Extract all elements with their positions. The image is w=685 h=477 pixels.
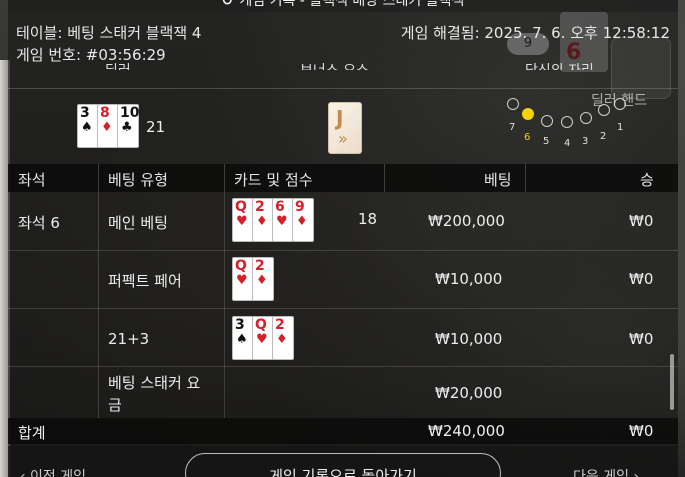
card-rank: 10 (120, 105, 140, 121)
playing-card: 8 ♦ (97, 104, 119, 148)
seat-dot-6 (522, 108, 534, 120)
bet-amount: ₩20,000 (435, 384, 503, 402)
dealer-hand-label: 딜러 핸드 (591, 93, 647, 109)
col-bet-type: 베팅 유형 (108, 171, 168, 189)
seat-dot-3 (580, 112, 592, 124)
bet-type: 베팅 스태커 요 (108, 374, 201, 392)
seat-number: 6 (524, 132, 531, 143)
bonus-card-rank: J (336, 106, 344, 130)
seat-number: 7 (509, 122, 516, 133)
hand-score: 18 (358, 210, 378, 228)
card-rank: 9 (295, 199, 305, 215)
seat-number: 1 (617, 122, 624, 133)
bet-amount: ₩10,000 (435, 330, 503, 348)
playing-card: 6 ♥ (272, 198, 294, 242)
table-row: 퍼펙트 페어 ₩10,000 ₩0 (8, 250, 678, 308)
previous-game-link[interactable]: ‹ 이전 게임 (20, 466, 86, 477)
back-to-history-button[interactable]: 게임 기록으로 돌아가기 (185, 453, 501, 477)
win-amount: ₩0 (629, 270, 654, 288)
your-seat-header: 당신의 자리 (525, 60, 594, 70)
card-suit: ♥ (236, 214, 248, 229)
dealer-header: 딜러 (105, 60, 131, 70)
bet-amount: ₩200,000 (428, 212, 505, 230)
bonus-card-suit: » (338, 129, 348, 148)
table-name: 테이블: 베팅 스태커 블랙잭 4 (16, 24, 202, 42)
col-cards-score: 카드 및 점수 (234, 171, 313, 189)
win-amount: ₩0 (629, 212, 654, 230)
history-icon: ↺ (221, 0, 234, 9)
bonus-header: 보너스 요소 (300, 60, 369, 70)
playing-card: 2 ♦ (252, 257, 274, 301)
next-game-link[interactable]: 다음 게임 › (573, 466, 639, 477)
playing-card: 2 ♦ (272, 316, 294, 360)
bet-amount: ₩10,000 (435, 270, 503, 288)
seat-label: 좌석 6 (18, 214, 60, 232)
card-suit: ♥ (256, 332, 268, 347)
card-suit: ♦ (256, 214, 268, 229)
col-seat: 좌석 (18, 171, 46, 189)
playing-card: Q ♥ (232, 257, 254, 301)
playing-card: 3 ♠ (77, 104, 99, 148)
total-label: 합계 (18, 424, 46, 442)
card-suit: ♥ (236, 273, 248, 288)
dealer-score: 21 (146, 118, 166, 136)
card-rank: 6 (275, 199, 285, 215)
bet-type: 퍼펙트 페어 (108, 272, 182, 290)
total-row: 합계 ₩240,000 ₩0 (8, 418, 678, 444)
card-suit: ♠ (81, 120, 93, 135)
col-separator (224, 164, 225, 192)
bet-type-cont: 금 (108, 396, 122, 414)
card-suit: ♦ (101, 120, 113, 135)
col-bet: 베팅 (484, 171, 512, 189)
playing-card: 10 ♣ (117, 104, 139, 148)
total-bet: ₩240,000 (428, 422, 505, 440)
section-header-strip: 딜러 보너스 요소 당신의 자리 (90, 56, 650, 70)
card-suit: ♣ (121, 120, 133, 135)
card-rank: 3 (235, 317, 245, 333)
window-title-text: 게임 기록 - 블랙잭 배당 스태커 블랙잭 (239, 0, 465, 9)
table-row: 21+3 ₩10,000 ₩0 (8, 308, 678, 366)
seat-dot-4 (561, 116, 573, 128)
playing-card: Q ♥ (232, 198, 254, 242)
col-separator (525, 164, 526, 192)
scrollbar[interactable] (670, 354, 674, 410)
card-suit: ♠ (236, 332, 248, 347)
col-separator (384, 164, 385, 192)
total-win: ₩0 (629, 422, 654, 440)
header-divider (8, 88, 678, 89)
window-title: ↺ 게임 기록 - 블랙잭 배당 스태커 블랙잭 (8, 0, 678, 12)
table-row: 좌석 6 메인 베팅 18 ₩200,000 ₩0 (8, 192, 678, 250)
playing-card: 9 ♦ (292, 198, 314, 242)
seat-number: 4 (564, 138, 571, 149)
bonus-card: J » (328, 102, 362, 154)
card-rank: Q (255, 317, 267, 333)
bet-type: 메인 베팅 (108, 214, 168, 232)
card-suit: ♦ (256, 273, 268, 288)
bet-table-header: 좌석 베팅 유형 카드 및 점수 베팅 승 (8, 164, 678, 192)
col-win: 승 (640, 171, 654, 189)
card-suit: ♥ (276, 214, 288, 229)
card-rank: 3 (80, 105, 90, 121)
game-resolved-time: 게임 해결됨: 2025. 7. 6. 오후 12:58:12 (400, 24, 670, 42)
card-suit: ♦ (276, 332, 288, 347)
seat-dot-7 (507, 98, 519, 110)
card-rank: Q (235, 199, 247, 215)
playing-card: 2 ♦ (252, 198, 274, 242)
bet-type: 21+3 (108, 330, 150, 348)
card-rank: 2 (275, 317, 285, 333)
card-rank: 2 (255, 199, 265, 215)
card-rank: Q (235, 258, 247, 274)
playing-card: Q ♥ (252, 316, 274, 360)
win-amount: ₩0 (629, 330, 654, 348)
card-rank: 2 (255, 258, 265, 274)
seat-number: 2 (600, 131, 607, 142)
seat-number: 5 (543, 136, 550, 147)
table-row: 베팅 스태커 요 금 ₩20,000 (8, 366, 678, 418)
card-suit: ♦ (296, 214, 308, 229)
seat-number: 3 (582, 136, 589, 147)
playing-card: 3 ♠ (232, 316, 254, 360)
seat-dot-5 (541, 115, 553, 127)
card-rank: 8 (100, 105, 110, 121)
col-separator (98, 164, 99, 192)
